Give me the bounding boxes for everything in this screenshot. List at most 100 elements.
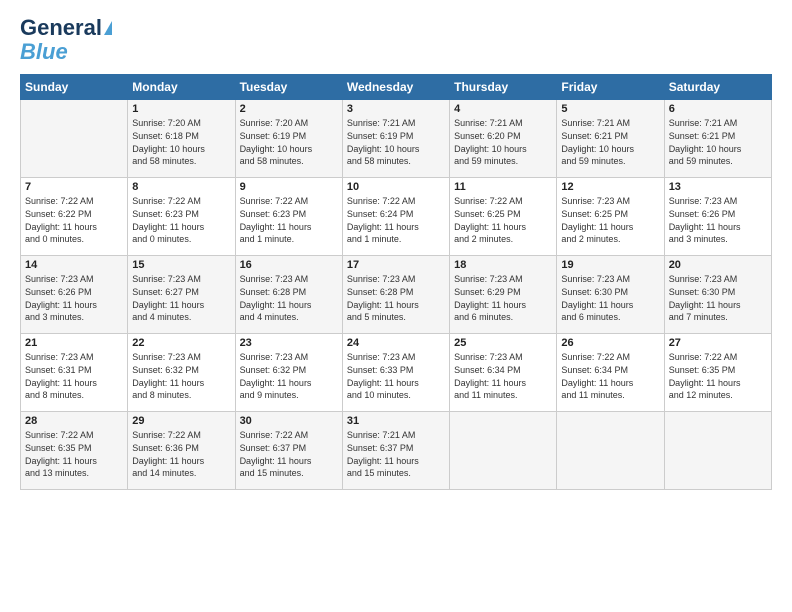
day-number: 18 bbox=[454, 259, 552, 271]
calendar-cell: 31 Sunrise: 7:21 AM Sunset: 6:37 PM Dayli… bbox=[342, 412, 449, 490]
weekday-header-friday: Friday bbox=[557, 75, 664, 100]
day-number: 24 bbox=[347, 337, 445, 349]
day-info: Sunrise: 7:23 AM Sunset: 6:28 PM Dayligh… bbox=[347, 273, 445, 323]
weekday-header-tuesday: Tuesday bbox=[235, 75, 342, 100]
day-info: Sunrise: 7:23 AM Sunset: 6:29 PM Dayligh… bbox=[454, 273, 552, 323]
day-number: 3 bbox=[347, 103, 445, 115]
logo-blue: Blue bbox=[20, 39, 68, 64]
calendar-cell bbox=[450, 412, 557, 490]
day-info: Sunrise: 7:23 AM Sunset: 6:26 PM Dayligh… bbox=[669, 195, 767, 245]
calendar-cell bbox=[21, 100, 128, 178]
day-info: Sunrise: 7:22 AM Sunset: 6:35 PM Dayligh… bbox=[25, 429, 123, 479]
day-number: 27 bbox=[669, 337, 767, 349]
day-info: Sunrise: 7:22 AM Sunset: 6:23 PM Dayligh… bbox=[240, 195, 338, 245]
day-info: Sunrise: 7:22 AM Sunset: 6:23 PM Dayligh… bbox=[132, 195, 230, 245]
day-number: 17 bbox=[347, 259, 445, 271]
calendar-cell: 13 Sunrise: 7:23 AM Sunset: 6:26 PM Dayli… bbox=[664, 178, 771, 256]
calendar-cell: 7 Sunrise: 7:22 AM Sunset: 6:22 PM Daylig… bbox=[21, 178, 128, 256]
day-number: 28 bbox=[25, 415, 123, 427]
day-info: Sunrise: 7:23 AM Sunset: 6:25 PM Dayligh… bbox=[561, 195, 659, 245]
day-number: 14 bbox=[25, 259, 123, 271]
calendar-cell: 20 Sunrise: 7:23 AM Sunset: 6:30 PM Dayli… bbox=[664, 256, 771, 334]
day-info: Sunrise: 7:23 AM Sunset: 6:33 PM Dayligh… bbox=[347, 351, 445, 401]
calendar-cell: 25Sunrise: 7:23 AM Sunset: 6:34 PM Dayli… bbox=[450, 334, 557, 412]
calendar-cell: 14 Sunrise: 7:23 AM Sunset: 6:26 PM Dayli… bbox=[21, 256, 128, 334]
calendar-cell: 17 Sunrise: 7:23 AM Sunset: 6:28 PM Dayli… bbox=[342, 256, 449, 334]
calendar-cell: 11Sunrise: 7:22 AM Sunset: 6:25 PM Dayli… bbox=[450, 178, 557, 256]
calendar-cell: 27 Sunrise: 7:22 AM Sunset: 6:35 PM Dayli… bbox=[664, 334, 771, 412]
day-info: Sunrise: 7:20 AM Sunset: 6:18 PM Dayligh… bbox=[132, 117, 230, 167]
day-number: 12 bbox=[561, 181, 659, 193]
day-info: Sunrise: 7:20 AM Sunset: 6:19 PM Dayligh… bbox=[240, 117, 338, 167]
calendar-cell: 2 Sunrise: 7:20 AM Sunset: 6:19 PM Daylig… bbox=[235, 100, 342, 178]
calendar-cell: 28 Sunrise: 7:22 AM Sunset: 6:35 PM Dayli… bbox=[21, 412, 128, 490]
day-info: Sunrise: 7:22 AM Sunset: 6:34 PM Dayligh… bbox=[561, 351, 659, 401]
day-number: 20 bbox=[669, 259, 767, 271]
calendar-cell: 4 Sunrise: 7:21 AM Sunset: 6:20 PM Daylig… bbox=[450, 100, 557, 178]
day-info: Sunrise: 7:22 AM Sunset: 6:24 PM Dayligh… bbox=[347, 195, 445, 245]
calendar-cell: 16 Sunrise: 7:23 AM Sunset: 6:28 PM Dayli… bbox=[235, 256, 342, 334]
day-number: 19 bbox=[561, 259, 659, 271]
calendar-cell: 1 Sunrise: 7:20 AM Sunset: 6:18 PM Daylig… bbox=[128, 100, 235, 178]
weekday-header-thursday: Thursday bbox=[450, 75, 557, 100]
day-info: Sunrise: 7:21 AM Sunset: 6:20 PM Dayligh… bbox=[454, 117, 552, 167]
calendar-cell: 21 Sunrise: 7:23 AM Sunset: 6:31 PM Dayli… bbox=[21, 334, 128, 412]
day-info: Sunrise: 7:21 AM Sunset: 6:21 PM Dayligh… bbox=[669, 117, 767, 167]
day-number: 29 bbox=[132, 415, 230, 427]
calendar-cell: 15 Sunrise: 7:23 AM Sunset: 6:27 PM Dayli… bbox=[128, 256, 235, 334]
day-info: Sunrise: 7:21 AM Sunset: 6:37 PM Dayligh… bbox=[347, 429, 445, 479]
day-info: Sunrise: 7:23 AM Sunset: 6:30 PM Dayligh… bbox=[561, 273, 659, 323]
calendar-cell: 22 Sunrise: 7:23 AM Sunset: 6:32 PM Dayli… bbox=[128, 334, 235, 412]
calendar-cell: 3 Sunrise: 7:21 AM Sunset: 6:19 PM Daylig… bbox=[342, 100, 449, 178]
calendar-cell: 12 Sunrise: 7:23 AM Sunset: 6:25 PM Dayli… bbox=[557, 178, 664, 256]
calendar-cell bbox=[557, 412, 664, 490]
day-info: Sunrise: 7:23 AM Sunset: 6:28 PM Dayligh… bbox=[240, 273, 338, 323]
calendar-cell: 8 Sunrise: 7:22 AM Sunset: 6:23 PM Daylig… bbox=[128, 178, 235, 256]
calendar-cell: 10 Sunrise: 7:22 AM Sunset: 6:24 PM Dayli… bbox=[342, 178, 449, 256]
day-number: 6 bbox=[669, 103, 767, 115]
calendar-cell: 9 Sunrise: 7:22 AM Sunset: 6:23 PM Daylig… bbox=[235, 178, 342, 256]
logo: General Blue bbox=[20, 16, 112, 64]
day-info: Sunrise: 7:21 AM Sunset: 6:21 PM Dayligh… bbox=[561, 117, 659, 167]
day-number: 30 bbox=[240, 415, 338, 427]
day-number: 8 bbox=[132, 181, 230, 193]
day-info: Sunrise: 7:23 AM Sunset: 6:31 PM Dayligh… bbox=[25, 351, 123, 401]
day-info: Sunrise: 7:22 AM Sunset: 6:22 PM Dayligh… bbox=[25, 195, 123, 245]
day-info: Sunrise: 7:22 AM Sunset: 6:35 PM Dayligh… bbox=[669, 351, 767, 401]
day-number: 23 bbox=[240, 337, 338, 349]
weekday-header-monday: Monday bbox=[128, 75, 235, 100]
day-number: 22 bbox=[132, 337, 230, 349]
weekday-header-sunday: Sunday bbox=[21, 75, 128, 100]
day-number: 9 bbox=[240, 181, 338, 193]
day-number: 15 bbox=[132, 259, 230, 271]
day-number: 10 bbox=[347, 181, 445, 193]
day-info: Sunrise: 7:23 AM Sunset: 6:30 PM Dayligh… bbox=[669, 273, 767, 323]
day-number: 16 bbox=[240, 259, 338, 271]
day-info: Sunrise: 7:22 AM Sunset: 6:37 PM Dayligh… bbox=[240, 429, 338, 479]
day-number: 31 bbox=[347, 415, 445, 427]
day-number: 13 bbox=[669, 181, 767, 193]
calendar-cell: 6 Sunrise: 7:21 AM Sunset: 6:21 PM Daylig… bbox=[664, 100, 771, 178]
weekday-header-saturday: Saturday bbox=[664, 75, 771, 100]
day-number: 7 bbox=[25, 181, 123, 193]
day-number: 25 bbox=[454, 337, 552, 349]
day-info: Sunrise: 7:21 AM Sunset: 6:19 PM Dayligh… bbox=[347, 117, 445, 167]
day-info: Sunrise: 7:23 AM Sunset: 6:32 PM Dayligh… bbox=[132, 351, 230, 401]
weekday-header-wednesday: Wednesday bbox=[342, 75, 449, 100]
logo-text: General bbox=[20, 16, 112, 40]
calendar-cell: 26 Sunrise: 7:22 AM Sunset: 6:34 PM Dayli… bbox=[557, 334, 664, 412]
day-info: Sunrise: 7:23 AM Sunset: 6:26 PM Dayligh… bbox=[25, 273, 123, 323]
calendar-cell bbox=[664, 412, 771, 490]
calendar-cell: 24 Sunrise: 7:23 AM Sunset: 6:33 PM Dayli… bbox=[342, 334, 449, 412]
calendar-cell: 5 Sunrise: 7:21 AM Sunset: 6:21 PM Daylig… bbox=[557, 100, 664, 178]
day-number: 1 bbox=[132, 103, 230, 115]
day-number: 5 bbox=[561, 103, 659, 115]
calendar-cell: 19 Sunrise: 7:23 AM Sunset: 6:30 PM Dayli… bbox=[557, 256, 664, 334]
day-info: Sunrise: 7:23 AM Sunset: 6:27 PM Dayligh… bbox=[132, 273, 230, 323]
day-number: 2 bbox=[240, 103, 338, 115]
calendar-cell: 30 Sunrise: 7:22 AM Sunset: 6:37 PM Dayli… bbox=[235, 412, 342, 490]
day-number: 4 bbox=[454, 103, 552, 115]
day-number: 21 bbox=[25, 337, 123, 349]
day-info: Sunrise: 7:22 AM Sunset: 6:25 PM Dayligh… bbox=[454, 195, 552, 245]
day-number: 26 bbox=[561, 337, 659, 349]
